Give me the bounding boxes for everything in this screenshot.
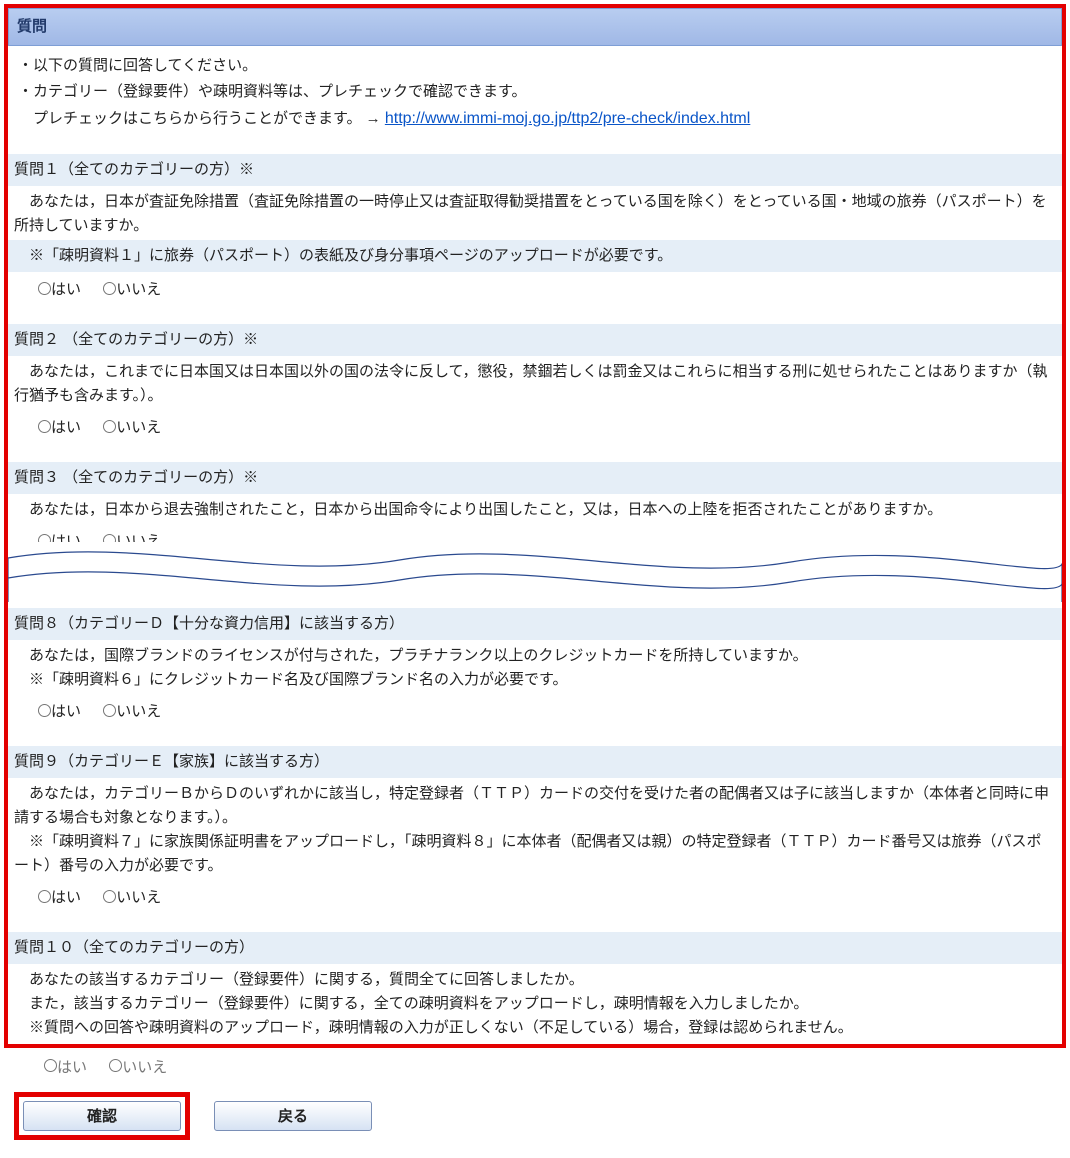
intro-line-3-prefix: プレチェックはこちらから行うことができます。 → <box>18 110 385 127</box>
intro-line-2: ・カテゴリー（登録要件）や疎明資料等は、プレチェックで確認できます。 <box>18 80 1052 104</box>
question-10-text-3: ※質問への回答や疎明資料のアップロード，疎明情報の入力が正しくない（不足している… <box>14 1016 1056 1040</box>
question-8-text: あなたは，国際ブランドのライセンスが付与された，プラチナランク以上のクレジットカ… <box>14 644 1056 668</box>
question-1-body: あなたは，日本が査証免除措置（査証免除措置の一時停止又は査証取得勧奨措置をとって… <box>8 186 1062 240</box>
q8-no-radio[interactable] <box>103 704 116 717</box>
question-1-title: 質問１（全てのカテゴリーの方）※ <box>8 154 1062 186</box>
q2-no-option[interactable]: いいえ <box>103 419 161 436</box>
question-3: 質問３ （全てのカテゴリーの方）※ あなたは，日本から退去強制されたこと，日本か… <box>8 462 1062 554</box>
question-1-options: はい いいえ <box>8 272 1062 310</box>
q2-no-radio[interactable] <box>103 420 116 433</box>
q2-yes-radio[interactable] <box>38 420 51 433</box>
question-9-note: ※「疎明資料７」に家族関係証明書をアップロードし，「疎明資料８」に本体者（配偶者… <box>14 830 1056 878</box>
question-8-note: ※「疎明資料６」にクレジットカード名及び国際ブランド名の入力が必要です。 <box>14 668 1056 692</box>
question-9-title: 質問９（カテゴリーＥ【家族】に該当する方） <box>8 746 1062 778</box>
question-3-title: 質問３ （全てのカテゴリーの方）※ <box>8 462 1062 494</box>
question-9-text: あなたは，カテゴリーＢからＤのいずれかに該当し，特定登録者（ＴＴＰ）カードの交付… <box>14 782 1056 830</box>
question-10: 質問１０（全てのカテゴリーの方） あなたの該当するカテゴリー（登録要件）に関する… <box>8 932 1062 1044</box>
q8-no-option[interactable]: いいえ <box>103 703 161 720</box>
question-8-body: あなたは，国際ブランドのライセンスが付与された，プラチナランク以上のクレジットカ… <box>8 640 1062 694</box>
question-9-options: はい いいえ <box>8 880 1062 918</box>
back-button[interactable]: 戻る <box>214 1101 372 1131</box>
question-1: 質問１（全てのカテゴリーの方）※ あなたは，日本が査証免除措置（査証免除措置の一… <box>8 154 1062 310</box>
q10-yes-option[interactable]: はい <box>44 1059 87 1076</box>
q10-yes-radio[interactable] <box>44 1059 57 1072</box>
q8-yes-radio[interactable] <box>38 704 51 717</box>
question-8: 質問８（カテゴリーＤ【十分な資力信用】に該当する方） あなたは，国際ブランドのラ… <box>8 608 1062 732</box>
q1-no-option[interactable]: いいえ <box>103 281 161 298</box>
question-2-text: あなたは，これまでに日本国又は日本国以外の国の法令に反して，懲役，禁錮若しくは罰… <box>14 360 1056 408</box>
button-row: 確認 戻る <box>14 1092 1056 1140</box>
question-8-options: はい いいえ <box>8 694 1062 732</box>
question-3-text: あなたは，日本から退去強制されたこと，日本から出国命令により出国したこと，又は，… <box>14 498 1056 522</box>
q1-yes-option[interactable]: はい <box>38 281 81 298</box>
q10-no-radio[interactable] <box>109 1059 122 1072</box>
question-2: 質問２ （全てのカテゴリーの方）※ あなたは，これまでに日本国又は日本国以外の国… <box>8 324 1062 448</box>
q1-yes-radio[interactable] <box>38 282 51 295</box>
question-10-options: はい いいえ <box>14 1052 1056 1086</box>
question-2-body: あなたは，これまでに日本国又は日本国以外の国の法令に反して，懲役，禁錮若しくは罰… <box>8 356 1062 410</box>
q9-no-option[interactable]: いいえ <box>103 889 161 906</box>
question-2-options: はい いいえ <box>8 410 1062 448</box>
q9-yes-option[interactable]: はい <box>38 889 81 906</box>
question-9-body: あなたは，カテゴリーＢからＤのいずれかに該当し，特定登録者（ＴＴＰ）カードの交付… <box>8 778 1062 880</box>
q8-yes-option[interactable]: はい <box>38 703 81 720</box>
question-panel: 質問 ・以下の質問に回答してください。 ・カテゴリー（登録要件）や疎明資料等は、… <box>4 4 1066 1048</box>
q9-yes-radio[interactable] <box>38 890 51 903</box>
confirm-button[interactable]: 確認 <box>23 1101 181 1131</box>
q2-yes-option[interactable]: はい <box>38 419 81 436</box>
question-10-body: あなたの該当するカテゴリー（登録要件）に関する，質問全てに回答しましたか。 また… <box>8 964 1062 1044</box>
question-2-title: 質問２ （全てのカテゴリーの方）※ <box>8 324 1062 356</box>
page-title: 質問 <box>8 8 1062 46</box>
confirm-highlight: 確認 <box>14 1092 190 1140</box>
question-9: 質問９（カテゴリーＥ【家族】に該当する方） あなたは，カテゴリーＢからＤのいずれ… <box>8 746 1062 918</box>
question-1-note: ※「疎明資料１」に旅券（パスポート）の表紙及び身分事項ページのアップロードが必要… <box>8 240 1062 272</box>
footer-area: はい いいえ 確認 戻る <box>4 1048 1066 1154</box>
q1-no-radio[interactable] <box>103 282 116 295</box>
intro-line-3: プレチェックはこちらから行うことができます。 → http://www.immi… <box>18 106 1052 132</box>
q10-no-option[interactable]: いいえ <box>109 1059 167 1076</box>
content-omission-break <box>8 542 1062 602</box>
intro-line-1: ・以下の質問に回答してください。 <box>18 54 1052 78</box>
precheck-link[interactable]: http://www.immi-moj.go.jp/ttp2/pre-check… <box>385 110 750 127</box>
question-10-title: 質問１０（全てのカテゴリーの方） <box>8 932 1062 964</box>
q9-no-radio[interactable] <box>103 890 116 903</box>
question-10-text-1: あなたの該当するカテゴリー（登録要件）に関する，質問全てに回答しましたか。 <box>14 968 1056 992</box>
intro-section: ・以下の質問に回答してください。 ・カテゴリー（登録要件）や疎明資料等は、プレチ… <box>8 46 1062 140</box>
question-1-text: あなたは，日本が査証免除措置（査証免除措置の一時停止又は査証取得勧奨措置をとって… <box>14 190 1056 238</box>
question-10-text-2: また，該当するカテゴリー（登録要件）に関する，全ての疎明資料をアップロードし，疎… <box>14 992 1056 1016</box>
question-8-title: 質問８（カテゴリーＤ【十分な資力信用】に該当する方） <box>8 608 1062 640</box>
question-3-body: あなたは，日本から退去強制されたこと，日本から出国命令により出国したこと，又は，… <box>8 494 1062 524</box>
